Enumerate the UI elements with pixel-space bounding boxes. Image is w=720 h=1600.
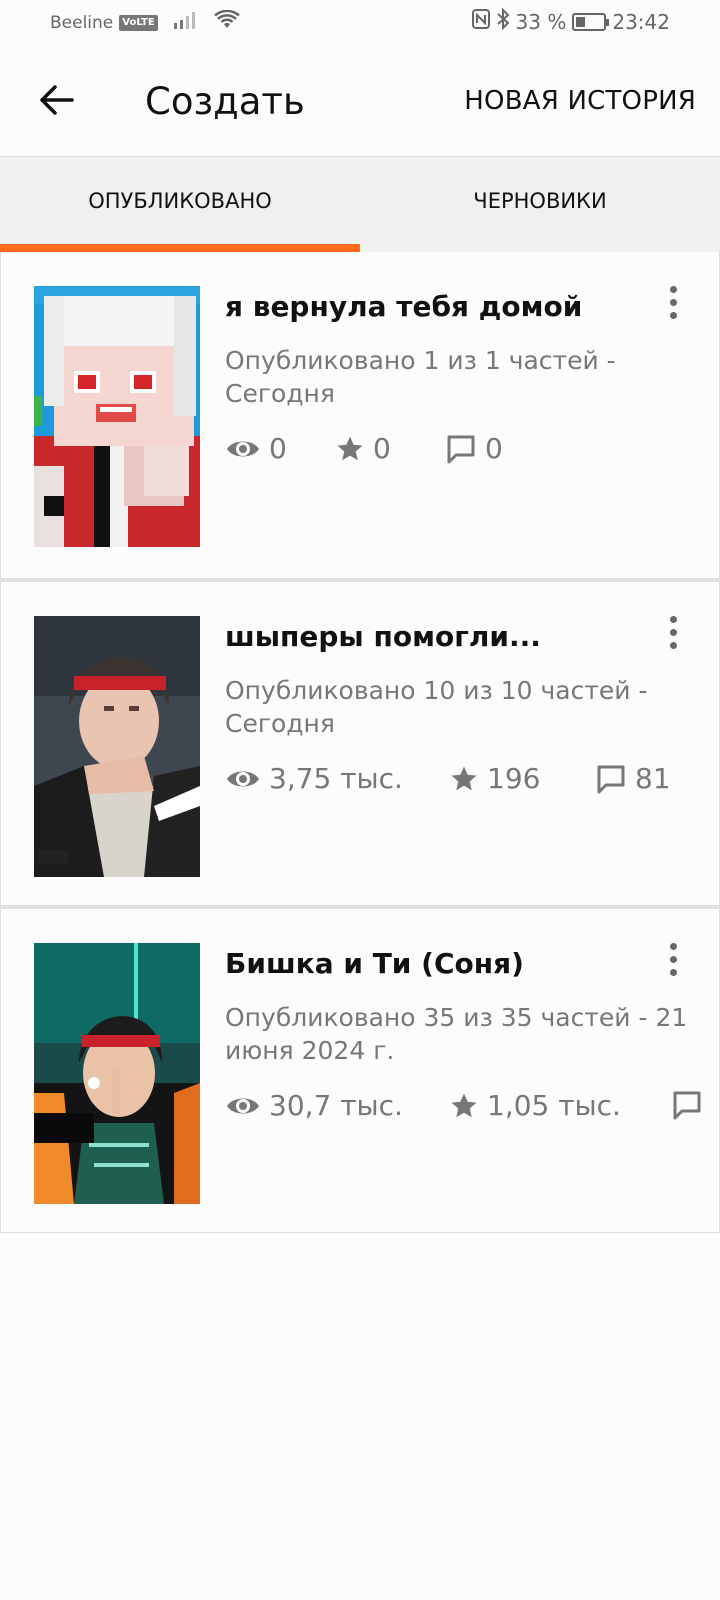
story-publish-info: Опубликовано 1 из 1 частей - Сегодня (225, 346, 616, 408)
app-header: Создать НОВАЯ ИСТОРИЯ (0, 46, 720, 156)
status-bar: Beeline VoLTE 33 % 23:42 (0, 0, 720, 46)
comments-stat (671, 1089, 711, 1121)
eye-icon (227, 441, 259, 456)
bluetooth-icon (496, 7, 510, 35)
story-card[interactable]: Бишка и Ти (Соня) Опубликовано 35 из 35 … (0, 906, 720, 1233)
story-cover-image[interactable] (34, 943, 200, 1204)
back-button[interactable] (34, 78, 78, 122)
reads-stat: 3,75 тыс. (225, 762, 403, 795)
more-vertical-icon (669, 615, 677, 623)
story-stats: 0 0 0 (225, 432, 720, 472)
votes-stat: 0 (335, 432, 391, 465)
eye-icon (227, 771, 259, 786)
story-publish-info: Опубликовано 10 из 10 частей - Сегодня (225, 676, 648, 738)
story-cover-image[interactable] (34, 616, 200, 877)
comments-stat: 0 (445, 432, 503, 465)
story-card[interactable]: шыперы помогли... Опубликовано 10 из 10 … (0, 579, 720, 906)
story-title[interactable]: я вернула тебя домой (225, 290, 582, 323)
comment-icon (447, 435, 475, 463)
clock: 23:42 (612, 9, 670, 34)
wifi-icon (213, 9, 240, 35)
tab-drafts[interactable]: ЧЕРНОВИКИ (360, 157, 720, 252)
more-vertical-icon (669, 285, 677, 293)
comment-icon (673, 1091, 701, 1120)
story-cover-image[interactable] (34, 286, 200, 547)
votes-stat: 196 (449, 762, 540, 795)
comments-stat: 81 (595, 762, 671, 795)
reads-count: 30,7 тыс. (269, 1089, 403, 1122)
battery-percent: 33 % (515, 9, 567, 34)
page-title: Создать (145, 80, 305, 123)
votes-count: 196 (487, 762, 541, 795)
comments-count: 0 (485, 432, 503, 465)
votes-stat: 1,05 тыс. (449, 1089, 621, 1122)
story-publish-info: Опубликовано 35 из 35 частей - 21 июня 2… (225, 1003, 688, 1065)
arrow-left-icon (40, 85, 74, 115)
reads-count: 0 (269, 432, 287, 465)
story-card[interactable]: я вернула тебя домой Опубликовано 1 из 1… (0, 252, 720, 579)
story-stats: 3,75 тыс. 196 81 (225, 762, 720, 802)
volte-badge: VoLTE (119, 14, 158, 31)
votes-count: 0 (373, 432, 391, 465)
tab-published[interactable]: ОПУБЛИКОВАНО (0, 157, 360, 252)
story-stats: 30,7 тыс. 1,05 тыс. (225, 1089, 720, 1129)
tab-bar: ОПУБЛИКОВАНО ЧЕРНОВИКИ (0, 156, 720, 252)
status-bar-left: Beeline VoLTE (50, 9, 240, 35)
more-vertical-icon (669, 942, 677, 950)
star-icon (451, 766, 477, 790)
reads-count: 3,75 тыс. (269, 762, 403, 795)
nfc-icon (471, 9, 490, 34)
story-title[interactable]: Бишка и Ти (Соня) (225, 947, 524, 980)
signal-icon (173, 11, 198, 34)
reads-stat: 30,7 тыс. (225, 1089, 403, 1122)
star-icon (337, 436, 363, 460)
new-story-button[interactable]: НОВАЯ ИСТОРИЯ (464, 86, 696, 116)
star-icon (451, 1093, 477, 1117)
more-options-button[interactable] (663, 612, 683, 652)
more-options-button[interactable] (663, 939, 683, 979)
status-bar-right: 33 % 23:42 (471, 7, 670, 35)
comments-count: 81 (635, 762, 671, 795)
battery-icon (572, 12, 610, 31)
more-options-button[interactable] (663, 282, 683, 322)
comment-icon (597, 765, 625, 793)
reads-stat: 0 (225, 432, 287, 465)
votes-count: 1,05 тыс. (487, 1089, 621, 1122)
carrier-label: Beeline (50, 12, 114, 33)
story-list: я вернула тебя домой Опубликовано 1 из 1… (0, 252, 720, 1233)
story-title[interactable]: шыперы помогли... (225, 620, 541, 653)
eye-icon (227, 1098, 259, 1113)
battery-level (576, 16, 585, 27)
